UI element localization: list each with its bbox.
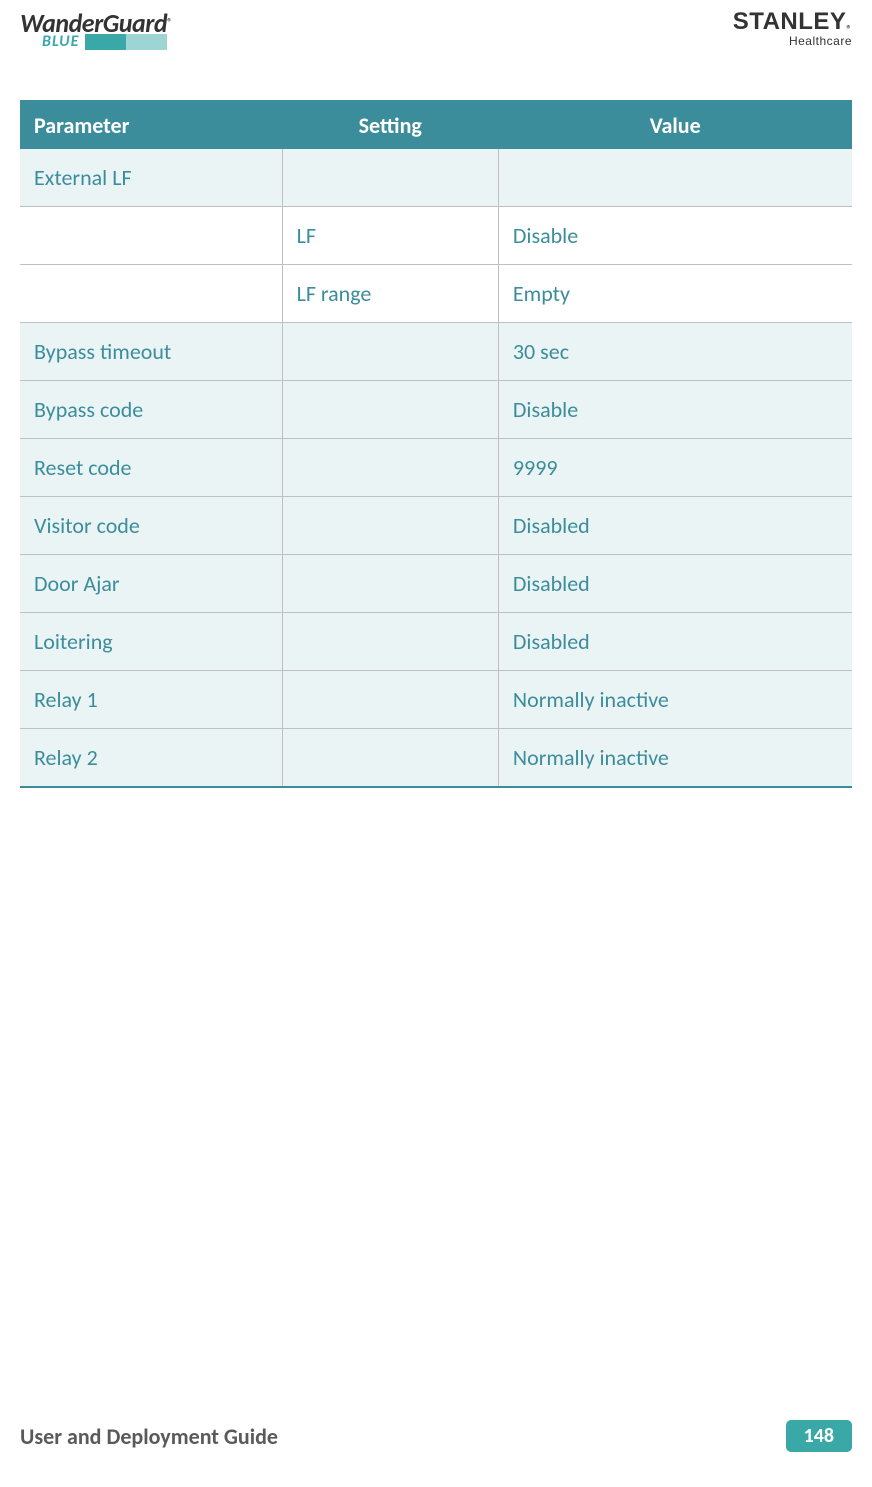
cell-parameter: Relay 1 (20, 671, 282, 729)
cell-setting (282, 439, 498, 497)
table-row: Bypass timeout 30 sec (20, 323, 852, 381)
cell-value: Disabled (498, 555, 852, 613)
table-row: Bypass code Disable (20, 381, 852, 439)
healthcare-text: Healthcare (733, 35, 852, 47)
table-row: Door Ajar Disabled (20, 555, 852, 613)
cell-setting (282, 149, 498, 207)
page-number-badge: 148 (786, 1420, 852, 1452)
cell-parameter: Door Ajar (20, 555, 282, 613)
col-header-setting: Setting (282, 101, 498, 149)
logo-blue-text: BLUE (20, 34, 79, 50)
cell-parameter (20, 207, 282, 265)
logo-stanley: STANLEY® Healthcare (733, 10, 852, 47)
cell-value: Disable (498, 207, 852, 265)
col-header-value: Value (498, 101, 852, 149)
cell-value: Disabled (498, 613, 852, 671)
table-row: External LF (20, 149, 852, 207)
cell-setting: LF (282, 207, 498, 265)
table-row: LFDisable (20, 207, 852, 265)
logo-wanderguard: WanderGuard® BLUE (20, 10, 172, 50)
table-header-row: Parameter Setting Value (20, 101, 852, 149)
cell-setting (282, 729, 498, 788)
cell-value: 30 sec (498, 323, 852, 381)
cell-value (498, 149, 852, 207)
cell-parameter: Relay 2 (20, 729, 282, 788)
cell-value: Disabled (498, 497, 852, 555)
table-row: Loitering Disabled (20, 613, 852, 671)
cell-setting (282, 555, 498, 613)
cell-value: Normally inactive (498, 671, 852, 729)
cell-value: 9999 (498, 439, 852, 497)
table-row: Relay 1 Normally inactive (20, 671, 852, 729)
footer: User and Deployment Guide 148 (20, 1420, 852, 1452)
footer-title: User and Deployment Guide (20, 1423, 278, 1450)
cell-parameter: External LF (20, 149, 282, 207)
cell-setting (282, 671, 498, 729)
cell-parameter: Loitering (20, 613, 282, 671)
table-row: Reset code 9999 (20, 439, 852, 497)
table-row: Visitor code Disabled (20, 497, 852, 555)
settings-table: Parameter Setting Value External LFLFDis… (20, 100, 852, 788)
stanley-text: STANLEY (733, 8, 847, 35)
cell-setting (282, 323, 498, 381)
cell-parameter: Bypass timeout (20, 323, 282, 381)
registered-mark: ® (167, 16, 172, 29)
cell-parameter: Visitor code (20, 497, 282, 555)
cell-parameter (20, 265, 282, 323)
cell-setting (282, 497, 498, 555)
cell-value: Empty (498, 265, 852, 323)
cell-setting (282, 613, 498, 671)
table-row: Relay 2 Normally inactive (20, 729, 852, 788)
cell-value: Normally inactive (498, 729, 852, 788)
header: WanderGuard® BLUE STANLEY® Healthcare (20, 10, 852, 58)
col-header-parameter: Parameter (20, 101, 282, 149)
cell-setting (282, 381, 498, 439)
cell-value: Disable (498, 381, 852, 439)
logo-bar-icon (85, 34, 167, 50)
table-row: LF rangeEmpty (20, 265, 852, 323)
cell-setting: LF range (282, 265, 498, 323)
cell-parameter: Bypass code (20, 381, 282, 439)
cell-parameter: Reset code (20, 439, 282, 497)
